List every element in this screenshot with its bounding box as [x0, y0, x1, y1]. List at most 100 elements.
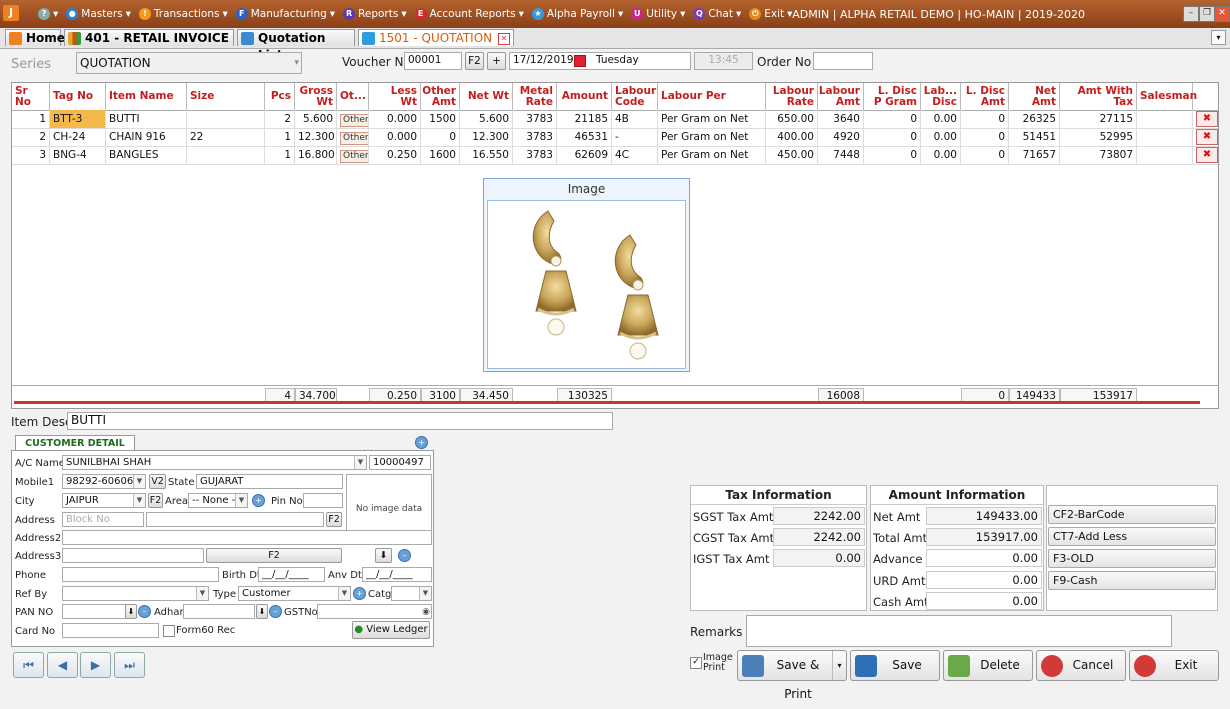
calendar-icon[interactable]: [574, 55, 586, 67]
cash-amt-input[interactable]: 0.00: [926, 592, 1042, 610]
col-size[interactable]: Size: [187, 83, 265, 110]
close-button[interactable]: ✕: [1214, 6, 1230, 22]
col-metal-rate[interactable]: Metal Rate: [513, 83, 557, 110]
cell-less-wt[interactable]: 0.000: [369, 110, 421, 128]
restore-button[interactable]: ❐: [1199, 6, 1215, 22]
cell-gross-wt[interactable]: 5.600: [295, 110, 337, 128]
gst-input[interactable]: ◉: [317, 604, 432, 619]
cell-amt-with-tax[interactable]: 52995: [1060, 128, 1137, 146]
cell-ldisc-amt[interactable]: 0: [961, 128, 1009, 146]
type-add-icon[interactable]: +: [353, 587, 366, 600]
cell-salesman[interactable]: [1137, 110, 1193, 128]
other-button[interactable]: Other: [340, 132, 368, 145]
grid-scrollbar[interactable]: [14, 401, 1200, 404]
col-salesman[interactable]: Salesman: [1137, 83, 1197, 110]
cell-net-amt[interactable]: 71657: [1009, 146, 1060, 164]
menu-chat[interactable]: Q Chat ▾: [693, 6, 741, 22]
item-desc-input[interactable]: BUTTI: [67, 412, 613, 430]
menu-transactions[interactable]: ! Transactions ▾: [138, 6, 228, 22]
first-record-button[interactable]: ⏮: [13, 652, 44, 678]
card-input[interactable]: [62, 623, 159, 638]
col-ldisc-amt[interactable]: L. Disc Amt: [961, 83, 1009, 110]
col-net-amt[interactable]: Net Amt: [1009, 83, 1060, 110]
catg-select[interactable]: ▼: [391, 586, 432, 601]
image-print-checkbox[interactable]: ✓: [690, 657, 702, 669]
barcode-button[interactable]: CF2-BarCode: [1048, 505, 1216, 524]
state-input[interactable]: GUJARAT: [196, 474, 343, 489]
cell-pcs[interactable]: 2: [265, 110, 295, 128]
cell-lab-disc[interactable]: 0.00: [921, 110, 961, 128]
minus-icon[interactable]: –: [398, 549, 411, 562]
cell-ldisc-amt[interactable]: 0: [961, 146, 1009, 164]
cell-amt-with-tax[interactable]: 73807: [1060, 146, 1137, 164]
address-block-input[interactable]: Block No: [62, 512, 144, 527]
cell-ldisc-amt[interactable]: 0: [961, 110, 1009, 128]
cell-salesman[interactable]: [1137, 128, 1193, 146]
cell-labour-amt[interactable]: 4920: [818, 128, 864, 146]
ref-select[interactable]: ▼: [62, 586, 209, 601]
cash-button[interactable]: F9-Cash: [1048, 571, 1216, 590]
minimize-button[interactable]: –: [1183, 6, 1199, 22]
adhar-input[interactable]: [183, 604, 255, 619]
order-input[interactable]: [813, 52, 873, 70]
cell-amount[interactable]: 62609: [557, 146, 612, 164]
city-f2-button[interactable]: F2: [148, 493, 163, 508]
form60-checkbox[interactable]: [163, 625, 175, 637]
area-add-icon[interactable]: +: [252, 494, 265, 507]
col-labour-rate[interactable]: Labour Rate: [766, 83, 818, 110]
col-less-wt[interactable]: Less Wt: [369, 83, 421, 110]
cell-lab-disc[interactable]: 0.00: [921, 128, 961, 146]
menu-account-reports[interactable]: E Account Reports ▾: [414, 6, 524, 22]
tab-quotation[interactable]: 1501 - QUOTATION ✕: [358, 29, 514, 46]
view-ledger-button[interactable]: ● View Ledger: [352, 621, 430, 639]
cell-labour-rate[interactable]: 650.00: [766, 110, 818, 128]
cell-gross-wt[interactable]: 16.800: [295, 146, 337, 164]
urd-amt-input[interactable]: 0.00: [926, 571, 1042, 589]
advance-input[interactable]: 0.00: [926, 549, 1042, 567]
cell-amt-with-tax[interactable]: 27115: [1060, 110, 1137, 128]
cancel-button[interactable]: Cancel: [1036, 650, 1126, 681]
type-select[interactable]: Customer ▼: [238, 586, 351, 601]
col-amount[interactable]: Amount: [557, 83, 612, 110]
tab-quotation-list[interactable]: Quotation List: [237, 29, 355, 62]
mobile-input[interactable]: 98292-60606 ▼: [62, 474, 146, 489]
add-less-button[interactable]: CT7-Add Less: [1048, 527, 1216, 546]
cell-labour-code[interactable]: 4B: [612, 110, 658, 128]
address-input[interactable]: [146, 512, 324, 527]
cell-labour-amt[interactable]: 3640: [818, 110, 864, 128]
col-ldisc-p-gram[interactable]: L. Disc P Gram: [864, 83, 921, 110]
cell-labour-amt[interactable]: 7448: [818, 146, 864, 164]
cell-less-wt[interactable]: 0.250: [369, 146, 421, 164]
other-button[interactable]: Other: [340, 150, 368, 163]
cell-size[interactable]: 22: [187, 128, 265, 146]
cell-net-wt[interactable]: 12.300: [460, 128, 513, 146]
v2-button[interactable]: V2: [149, 474, 166, 489]
remarks-input[interactable]: [746, 615, 1172, 647]
voucher-input[interactable]: 00001: [404, 52, 462, 70]
exit-button[interactable]: Exit: [1129, 650, 1219, 681]
cell-labour-rate[interactable]: 450.00: [766, 146, 818, 164]
menu-reports[interactable]: R Reports ▾: [343, 6, 407, 22]
menu-nav[interactable]: ? ▾: [38, 6, 58, 22]
col-sr-no[interactable]: Sr No: [12, 83, 50, 110]
cell-size[interactable]: [187, 110, 265, 128]
cell-labour-code[interactable]: -: [612, 128, 658, 146]
customer-add-icon[interactable]: +: [415, 436, 428, 449]
birth-date-input[interactable]: __/__/____: [258, 567, 325, 582]
voucher-add-button[interactable]: +: [487, 52, 506, 70]
menu-exit[interactable]: ⏻ Exit ▾: [749, 6, 792, 22]
cell-pcs[interactable]: 1: [265, 128, 295, 146]
col-gross-wt[interactable]: Gross Wt: [295, 83, 337, 110]
col-other-amt[interactable]: Other Amt: [421, 83, 460, 110]
download-icon[interactable]: ⬇: [375, 548, 392, 563]
next-record-button[interactable]: ▶: [80, 652, 111, 678]
cell-ldisc-p-gram[interactable]: 0: [864, 128, 921, 146]
cell-item-name[interactable]: CHAIN 916: [106, 128, 187, 146]
voucher-f2-button[interactable]: F2: [465, 52, 484, 70]
cell-gross-wt[interactable]: 12.300: [295, 128, 337, 146]
address-f2-button[interactable]: F2: [326, 512, 342, 527]
city-select[interactable]: JAIPUR ▼: [62, 493, 146, 508]
menu-masters[interactable]: ● Masters ▾: [66, 6, 131, 22]
col-amt-with-tax[interactable]: Amt With Tax: [1060, 83, 1137, 110]
address3-f2-button[interactable]: F2: [206, 548, 342, 563]
